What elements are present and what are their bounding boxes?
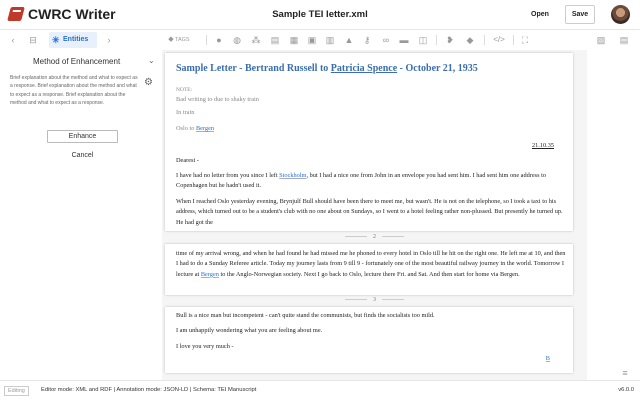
organization-icon[interactable]: ⁂ <box>250 33 262 47</box>
place-bergen[interactable]: Bergen <box>201 271 219 278</box>
toolbar-divider <box>206 35 207 45</box>
place-stockholm[interactable]: Stockholm <box>279 172 306 179</box>
save-button[interactable]: Save <box>565 5 595 24</box>
title-suffix: - October 21, 1935 <box>397 63 478 74</box>
forward-icon[interactable]: › <box>104 33 114 47</box>
document-page[interactable]: Sample Letter - Bertrand Russell to Patr… <box>165 53 573 231</box>
salutation[interactable]: Dearest - <box>176 156 566 166</box>
avatar[interactable] <box>611 5 630 24</box>
paragraph[interactable]: I am unhappily wondering what you are fe… <box>176 326 566 336</box>
document-page[interactable]: Bull is a nice man but incompetent - can… <box>165 307 573 373</box>
tags-label[interactable]: TAGS <box>175 33 190 47</box>
signature-initial[interactable]: B <box>546 355 550 362</box>
editing-badge: Editing <box>4 386 29 396</box>
link-icon[interactable]: ∞ <box>380 33 392 47</box>
toolbar-divider <box>513 35 514 45</box>
status-bar: Editing Editor mode: XML and RDF | Annot… <box>0 380 640 400</box>
page-number: 2 <box>162 234 587 240</box>
editor-canvas[interactable]: Sample Letter - Bertrand Russell to Patr… <box>162 50 587 380</box>
paragraph[interactable]: time of my arrival wrong, and when he ha… <box>176 249 566 280</box>
cancel-button[interactable]: Cancel <box>47 149 118 162</box>
paragraph[interactable]: When I reached Oslo yesterday evening, B… <box>176 197 566 228</box>
note-label: NOTE: <box>176 87 193 93</box>
note-text[interactable]: Bad writing to due to shaky train <box>176 95 566 105</box>
date-value[interactable]: 21.10.35 <box>532 142 554 149</box>
title-prefix: Sample Letter - Bertrand Russell to <box>176 63 331 74</box>
correction-icon[interactable]: ▲ <box>343 33 355 47</box>
xml-view-icon[interactable]: ▤ <box>618 33 630 47</box>
structure-tree-icon[interactable]: ⊟ <box>26 33 40 47</box>
place-bergen[interactable]: Bergen <box>196 125 214 132</box>
open-button[interactable]: Open <box>525 6 555 23</box>
date-icon[interactable]: ▦ <box>288 33 300 47</box>
location-prefix: Oslo to <box>176 125 196 132</box>
spellcheck-icon[interactable]: ≡ <box>619 366 631 380</box>
closing[interactable]: I love you very much - <box>176 342 566 352</box>
page-number: 3 <box>162 297 587 303</box>
paragraph[interactable]: I have had no letter from you since I le… <box>176 171 566 192</box>
status-text: Editor mode: XML and RDF | Annotation mo… <box>41 387 257 393</box>
title-icon[interactable]: ▤ <box>269 33 281 47</box>
top-bar: CWRC Writer Sample TEI letter.xml Open S… <box>0 0 640 30</box>
right-panel: ≡ <box>587 50 640 380</box>
version-label: v6.0.0 <box>618 387 634 393</box>
paragraph-text: to the Anglo-Norwegian society. Next I g… <box>218 270 520 278</box>
chevron-down-icon[interactable]: ⌄ <box>148 56 155 65</box>
rdf-icon[interactable]: ◫ <box>417 33 429 47</box>
person-icon[interactable]: ● <box>213 33 225 47</box>
method-description: Brief explanation about the method and w… <box>10 75 138 107</box>
enhancement-panel: Method of Enhancement ⌄ Brief explanatio… <box>0 50 162 380</box>
tag-edit-icon[interactable]: ❥ <box>444 33 456 47</box>
paragraph-text: I have had no letter from you since I le… <box>176 172 280 179</box>
letter-date[interactable]: 21.10.35 <box>176 141 554 151</box>
cwrc-logo-icon <box>7 7 25 21</box>
recipient-name[interactable]: Patricia Spence <box>331 63 397 74</box>
gear-icon[interactable]: ⚙ <box>144 77 153 88</box>
image-viewer-icon[interactable]: ▨ <box>594 33 608 47</box>
letter-title[interactable]: Sample Letter - Bertrand Russell to Patr… <box>176 63 478 74</box>
entities-tab[interactable]: ✳ Entities <box>49 32 97 48</box>
paragraph[interactable]: Bull is a nice man but incompetent - can… <box>176 311 566 321</box>
tag-remove-icon[interactable]: ◆ <box>463 33 477 47</box>
document-page[interactable]: time of my arrival wrong, and when he ha… <box>165 244 573 295</box>
back-icon[interactable]: ‹ <box>7 33 19 47</box>
panel-title: Method of Enhancement <box>33 57 121 66</box>
code-view-icon[interactable]: </> <box>491 33 507 47</box>
note-icon[interactable]: ▣ <box>306 33 318 47</box>
tag-icon: ◆ <box>168 36 174 43</box>
entities-label: Entities <box>63 36 89 43</box>
enhance-button[interactable]: Enhance <box>47 130 118 143</box>
in-train-text[interactable]: In train <box>176 108 566 118</box>
fullscreen-icon[interactable]: ⛶ <box>519 33 531 47</box>
citation-icon[interactable]: ▥ <box>324 33 336 47</box>
entities-icon: ✳ <box>52 35 60 45</box>
keyword-icon[interactable]: ⚷ <box>361 33 373 47</box>
translation-icon[interactable]: ▬ <box>398 33 410 47</box>
toolbar-divider <box>484 35 485 45</box>
signature[interactable]: B <box>176 354 550 364</box>
location-line[interactable]: Oslo to Bergen <box>176 124 566 134</box>
toolbar: ‹ ⊟ ✳ Entities › ◆ TAGS ● ◍ ⁂ ▤ ▦ ▣ ▥ ▲ … <box>0 30 640 50</box>
toolbar-divider <box>436 35 437 45</box>
place-icon[interactable]: ◍ <box>231 33 243 47</box>
app-name: CWRC Writer <box>28 6 116 22</box>
